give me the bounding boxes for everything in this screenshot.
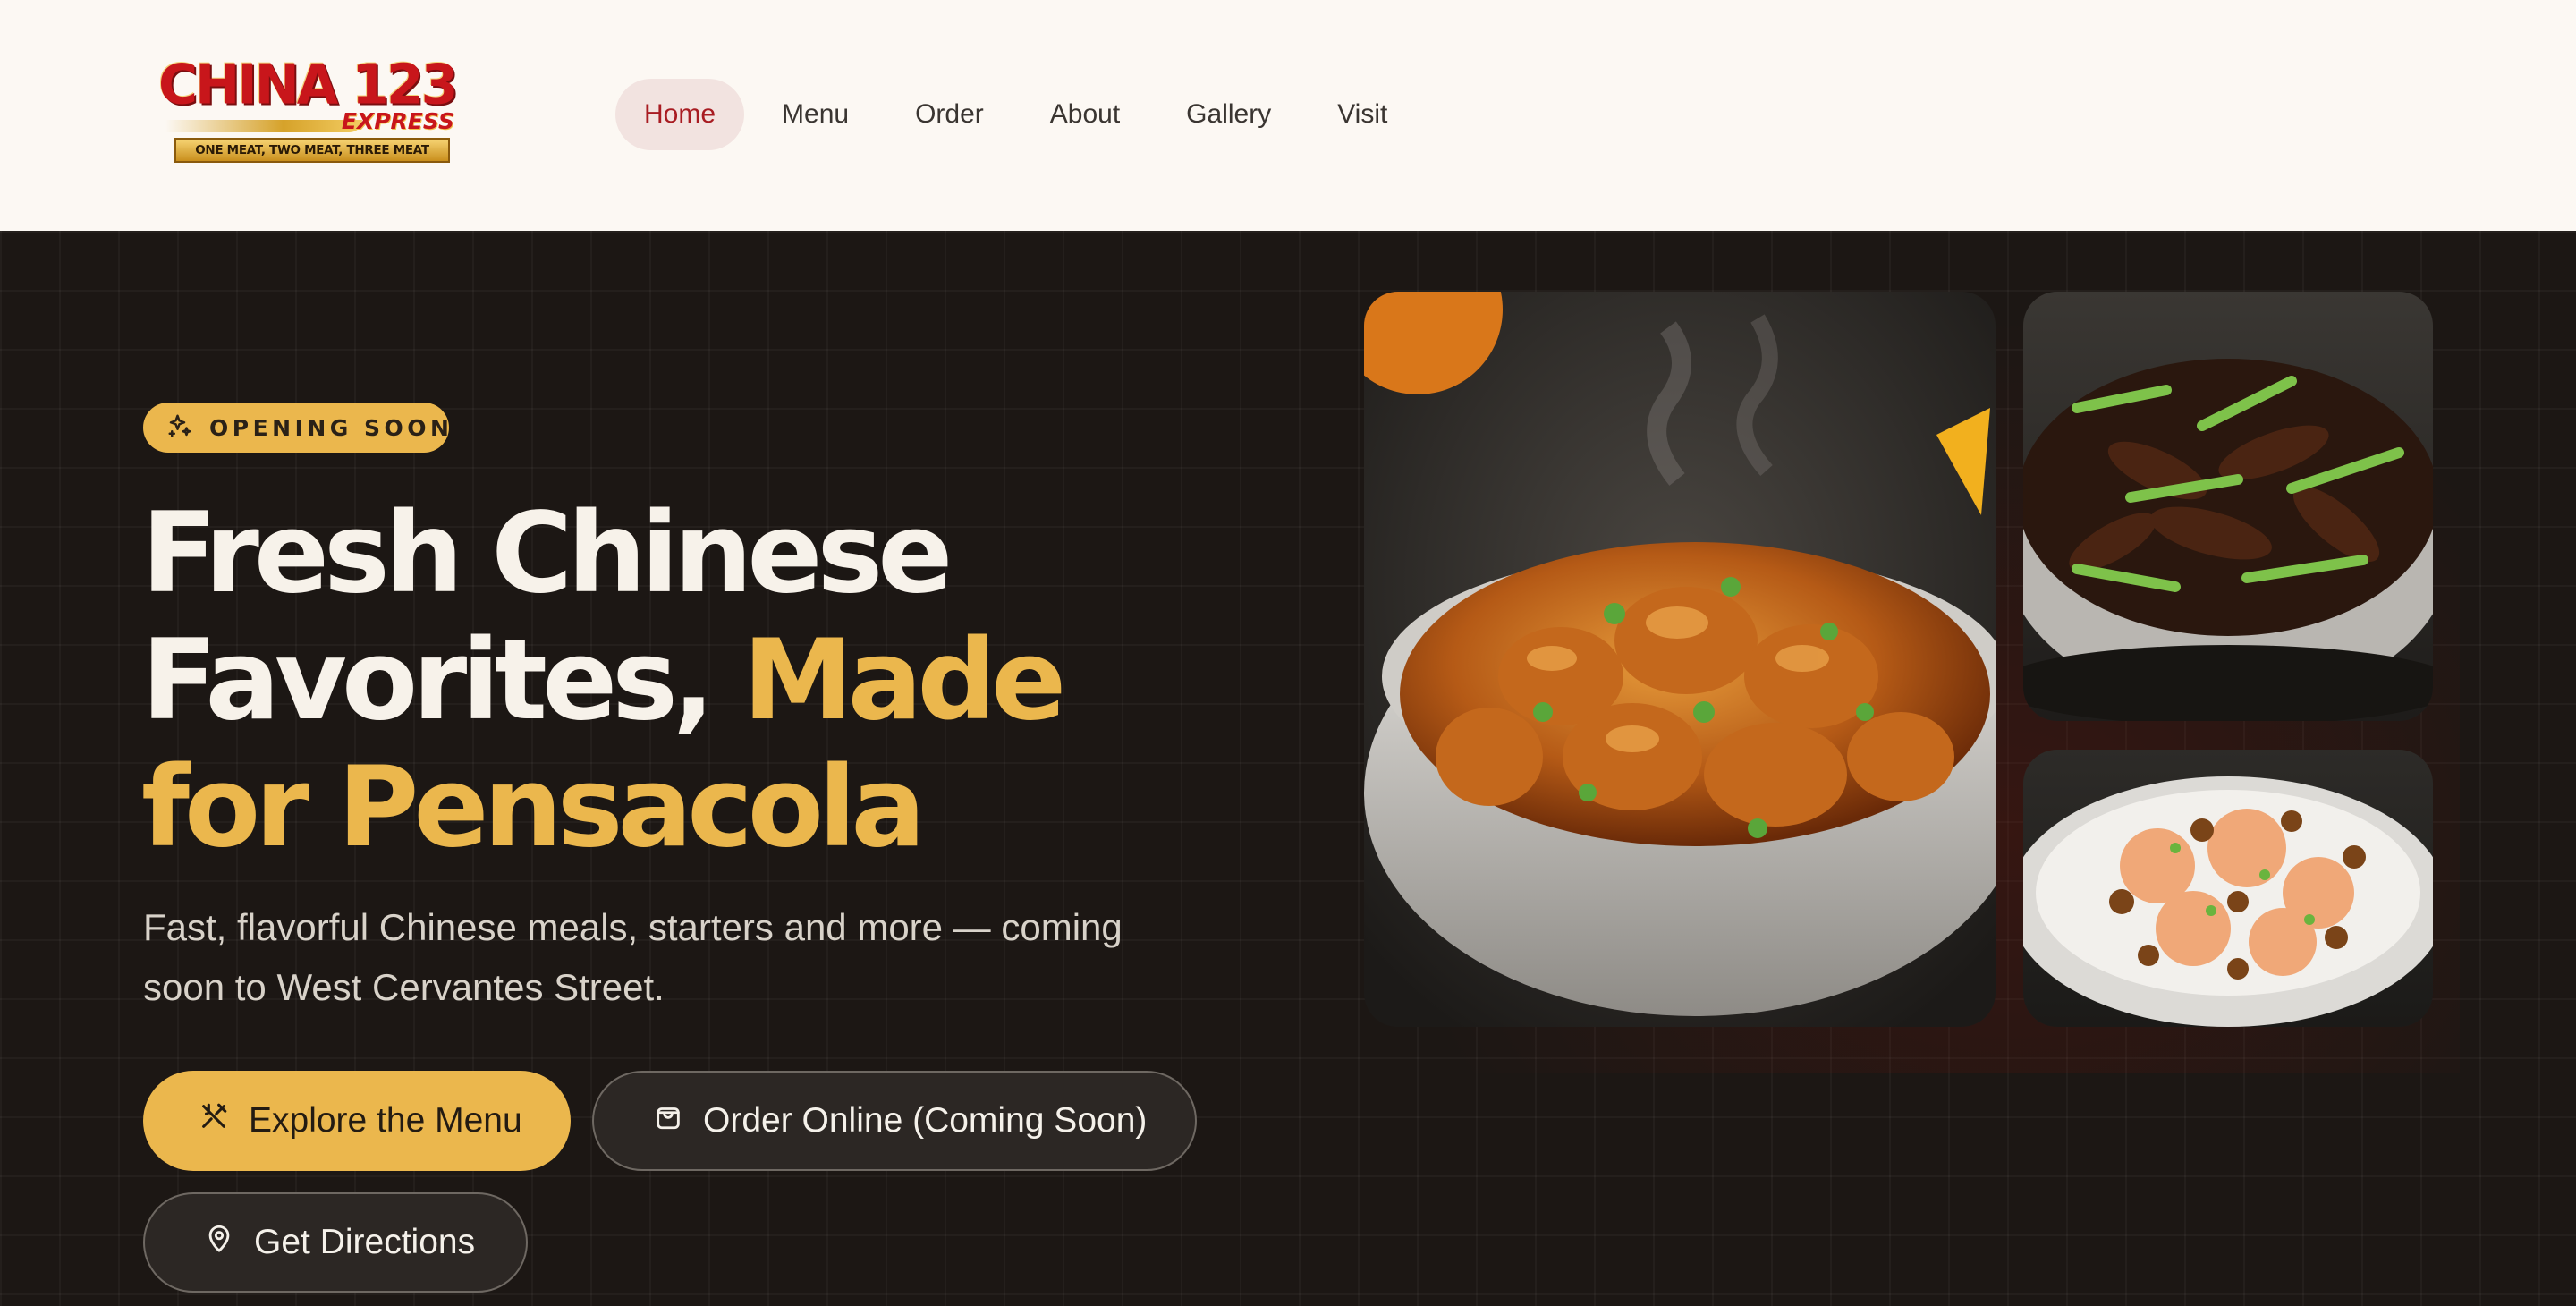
opening-soon-badge: OPENING SOON [143,403,449,453]
food-gallery [1364,292,2433,1027]
nav-item-menu[interactable]: Menu [753,79,877,150]
badge-text: OPENING SOON [209,414,453,441]
hero-subtext: Fast, flavorful Chinese meals, starters … [143,906,1123,1008]
logo-swoosh [165,120,362,132]
get-directions-button[interactable]: Get Directions [143,1192,528,1293]
map-pin-icon [204,1223,234,1262]
order-online-button[interactable]: Order Online (Coming Soon) [592,1071,1197,1171]
logo-subtitle: EXPRESS [341,108,454,134]
sparkles-icon [166,412,193,443]
site-header: CHINA 123 EXPRESS ONE MEAT, TWO MEAT, TH… [0,0,2576,231]
beef-scallion-photo [2023,292,2433,721]
orange-chicken-photo [1364,292,1996,1027]
main-nav: Home Menu Order About Gallery Visit [615,79,1416,150]
utensils-icon [199,1101,229,1141]
nav-item-visit[interactable]: Visit [1309,79,1416,150]
nav-item-order[interactable]: Order [886,79,1013,150]
shopping-bag-icon [653,1101,683,1141]
explore-menu-label: Explore the Menu [249,1101,522,1140]
explore-menu-button[interactable]: Explore the Menu [143,1071,571,1171]
nav-item-gallery[interactable]: Gallery [1157,79,1300,150]
nav-item-home[interactable]: Home [615,79,745,150]
logo-ribbon: ONE MEAT, TWO MEAT, THREE MEAT [174,138,450,163]
brand-logo[interactable]: CHINA 123 EXPRESS ONE MEAT, TWO MEAT, TH… [157,53,458,168]
logo-wordmark: CHINA 123 [158,53,458,117]
walnut-shrimp-photo [2023,750,2433,1027]
get-directions-label: Get Directions [254,1223,476,1261]
nav-item-about[interactable]: About [1021,79,1148,150]
order-online-label: Order Online (Coming Soon) [703,1101,1148,1140]
hero-headline: Fresh Chinese Favorites, Made for Pensac… [141,490,1250,871]
